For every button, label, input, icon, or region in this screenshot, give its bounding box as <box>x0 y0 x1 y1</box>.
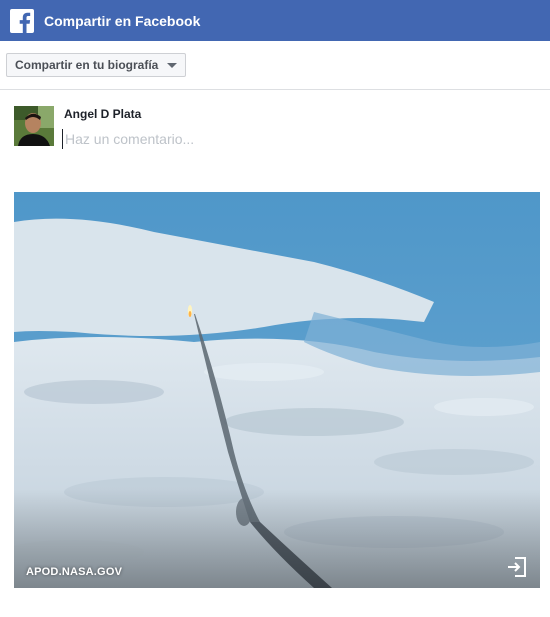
link-domain: APOD.NASA.GOV <box>26 566 123 578</box>
comment-input[interactable] <box>62 129 522 149</box>
open-external-icon[interactable] <box>506 556 528 578</box>
composer: Angel D Plata <box>0 91 550 191</box>
dialog-title: Compartir en Facebook <box>44 12 201 29</box>
link-preview-image[interactable]: APOD.NASA.GOV <box>14 192 540 588</box>
avatar <box>14 106 54 146</box>
dialog-header: Compartir en Facebook <box>0 0 550 41</box>
chevron-down-icon <box>167 63 177 68</box>
share-destination-dropdown[interactable]: Compartir en tu biografía <box>6 53 186 77</box>
rocket-launch-image <box>14 192 540 588</box>
user-name: Angel D Plata <box>64 107 142 121</box>
facebook-icon <box>10 8 34 33</box>
share-destination-label: Compartir en tu biografía <box>15 58 159 72</box>
avatar-photo <box>14 106 54 146</box>
share-toolbar: Compartir en tu biografía <box>0 41 550 90</box>
